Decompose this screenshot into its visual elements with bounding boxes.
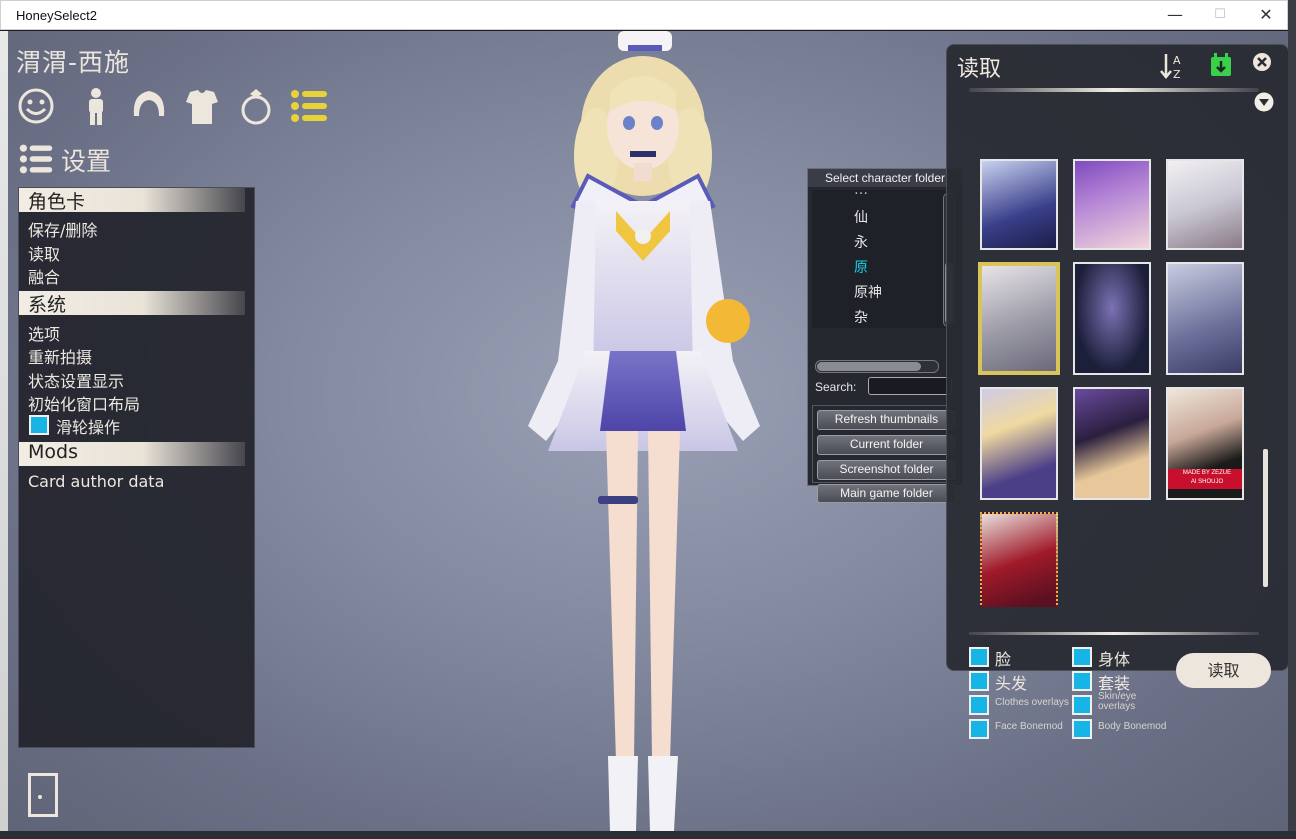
main-game-folder-button[interactable]: Main game folder [817,484,956,503]
svg-text:Z: Z [1173,68,1181,80]
menu-save-delete[interactable]: 保存/删除 [28,217,97,241]
load-panel-title: 读取 [957,57,1002,82]
settings-list-icon [19,144,53,174]
refresh-thumbnails-button[interactable]: Refresh thumbnails [817,410,956,430]
screenshot-folder-button[interactable]: Screenshot folder [817,460,956,480]
current-folder-button[interactable]: Current folder [817,435,956,455]
card-grid: MADE BY ZEZUE AI SHOUJO [969,127,1259,607]
hair-icon[interactable] [129,86,169,126]
skin-eye-overlays-checkbox[interactable] [1072,695,1092,715]
sort-az-icon[interactable]: A Z [1160,52,1186,80]
section-header-card: 角色卡 [19,188,245,213]
menu-retake[interactable]: 重新拍摄 [28,344,92,368]
menu-status-display[interactable]: 状态设置显示 [28,368,124,392]
body-bonemod-checkbox[interactable] [1072,719,1092,739]
maximize-button[interactable]: ☐ [1197,1,1243,30]
settings-menu-panel: 角色卡 保存/删除 读取 融合 系统 选项 重新拍摄 状态设置显示 初始化窗口布… [18,187,255,748]
load-button[interactable]: 读取 [1176,653,1271,688]
tree-item[interactable]: 仙 [854,207,868,227]
character-card[interactable] [1073,159,1151,250]
search-label: Search: [815,380,857,394]
game-viewport[interactable]: 渭渭-西施 设置 角色卡 保存/删除 读取 融合 系统 选项 重新拍摄 状态设置… [8,31,1288,831]
folder-dialog-title: Select character folder [808,169,962,187]
folder-tree: … 仙 永 原 原神 杂 [812,190,957,328]
wheel-operation-checkbox[interactable] [29,415,49,435]
list-icon[interactable] [289,86,329,126]
character-name: 渭渭-西施 [16,48,131,77]
folder-select-dialog: Select character folder … 仙 永 原 原神 杂 Sea… [807,168,963,503]
section-header-mods: Mods [19,441,245,466]
header-divider [969,88,1259,92]
character-card[interactable] [980,387,1058,500]
search-input[interactable] [868,377,952,395]
folder-button-group: Refresh thumbnails Current folder Screen… [812,405,959,503]
load-card-icon[interactable] [1209,52,1233,78]
face-checkbox[interactable] [969,647,989,667]
window-title: HoneySelect2 [16,8,97,23]
menu-options[interactable]: 选项 [28,321,60,345]
close-panel-icon[interactable] [1252,52,1272,72]
tree-item[interactable]: 原神 [854,282,882,302]
tree-item[interactable]: 杂 [854,307,868,327]
accessory-icon[interactable] [236,86,276,126]
footer-divider [969,632,1259,635]
face-icon[interactable] [16,86,56,126]
minimize-button[interactable]: — [1152,1,1198,30]
clothes-overlays-checkbox[interactable] [969,695,989,715]
hair-checkbox[interactable] [969,671,989,691]
character-card[interactable] [980,512,1058,607]
character-card-selected[interactable] [978,262,1060,375]
settings-title: 设置 [61,147,112,176]
load-panel: 读取 A Z MADE BY ZEZUE AI SHOUJO 脸 身体 头发 套… [946,44,1288,739]
menu-reset-layout[interactable]: 初始化窗口布局 [28,391,140,415]
dropdown-icon[interactable] [1254,92,1274,112]
tree-item-partial: … [854,190,868,198]
character-card[interactable] [980,159,1058,250]
character-card[interactable] [1166,159,1244,250]
close-window-button[interactable]: ✕ [1243,1,1289,30]
character-card[interactable] [1166,262,1244,375]
character-card[interactable] [1073,262,1151,375]
hscroll-thumb[interactable] [817,362,921,371]
body-checkbox[interactable] [1072,647,1092,667]
character-card[interactable] [1073,387,1151,500]
wheel-operation-label: 滑轮操作 [56,418,121,437]
menu-card-author-data[interactable]: Card author data [28,472,164,491]
clothes-icon[interactable] [182,86,222,126]
card-banner: MADE BY ZEZUE AI SHOUJO [1168,469,1242,489]
menu-fusion[interactable]: 融合 [28,264,60,288]
body-icon[interactable] [76,86,116,126]
desktop-edge [1288,0,1296,839]
face-bonemod-checkbox[interactable] [969,719,989,739]
exit-door-icon[interactable] [28,773,58,817]
window-titlebar: HoneySelect2 — ☐ ✕ [0,0,1288,30]
character-model [528,31,760,831]
tree-item-selected[interactable]: 原 [854,257,868,277]
menu-load[interactable]: 读取 [28,241,60,265]
character-card-branded[interactable]: MADE BY ZEZUE AI SHOUJO [1166,387,1244,500]
desktop-strip [0,831,1296,839]
tree-item[interactable]: 永 [854,232,868,252]
svg-text:A: A [1173,54,1181,67]
background-window-edge [0,31,8,831]
card-grid-scrollbar[interactable] [1263,449,1268,587]
folder-tree-hscrollbar[interactable] [815,360,939,373]
section-header-system: 系统 [19,291,245,316]
outfit-checkbox[interactable] [1072,671,1092,691]
